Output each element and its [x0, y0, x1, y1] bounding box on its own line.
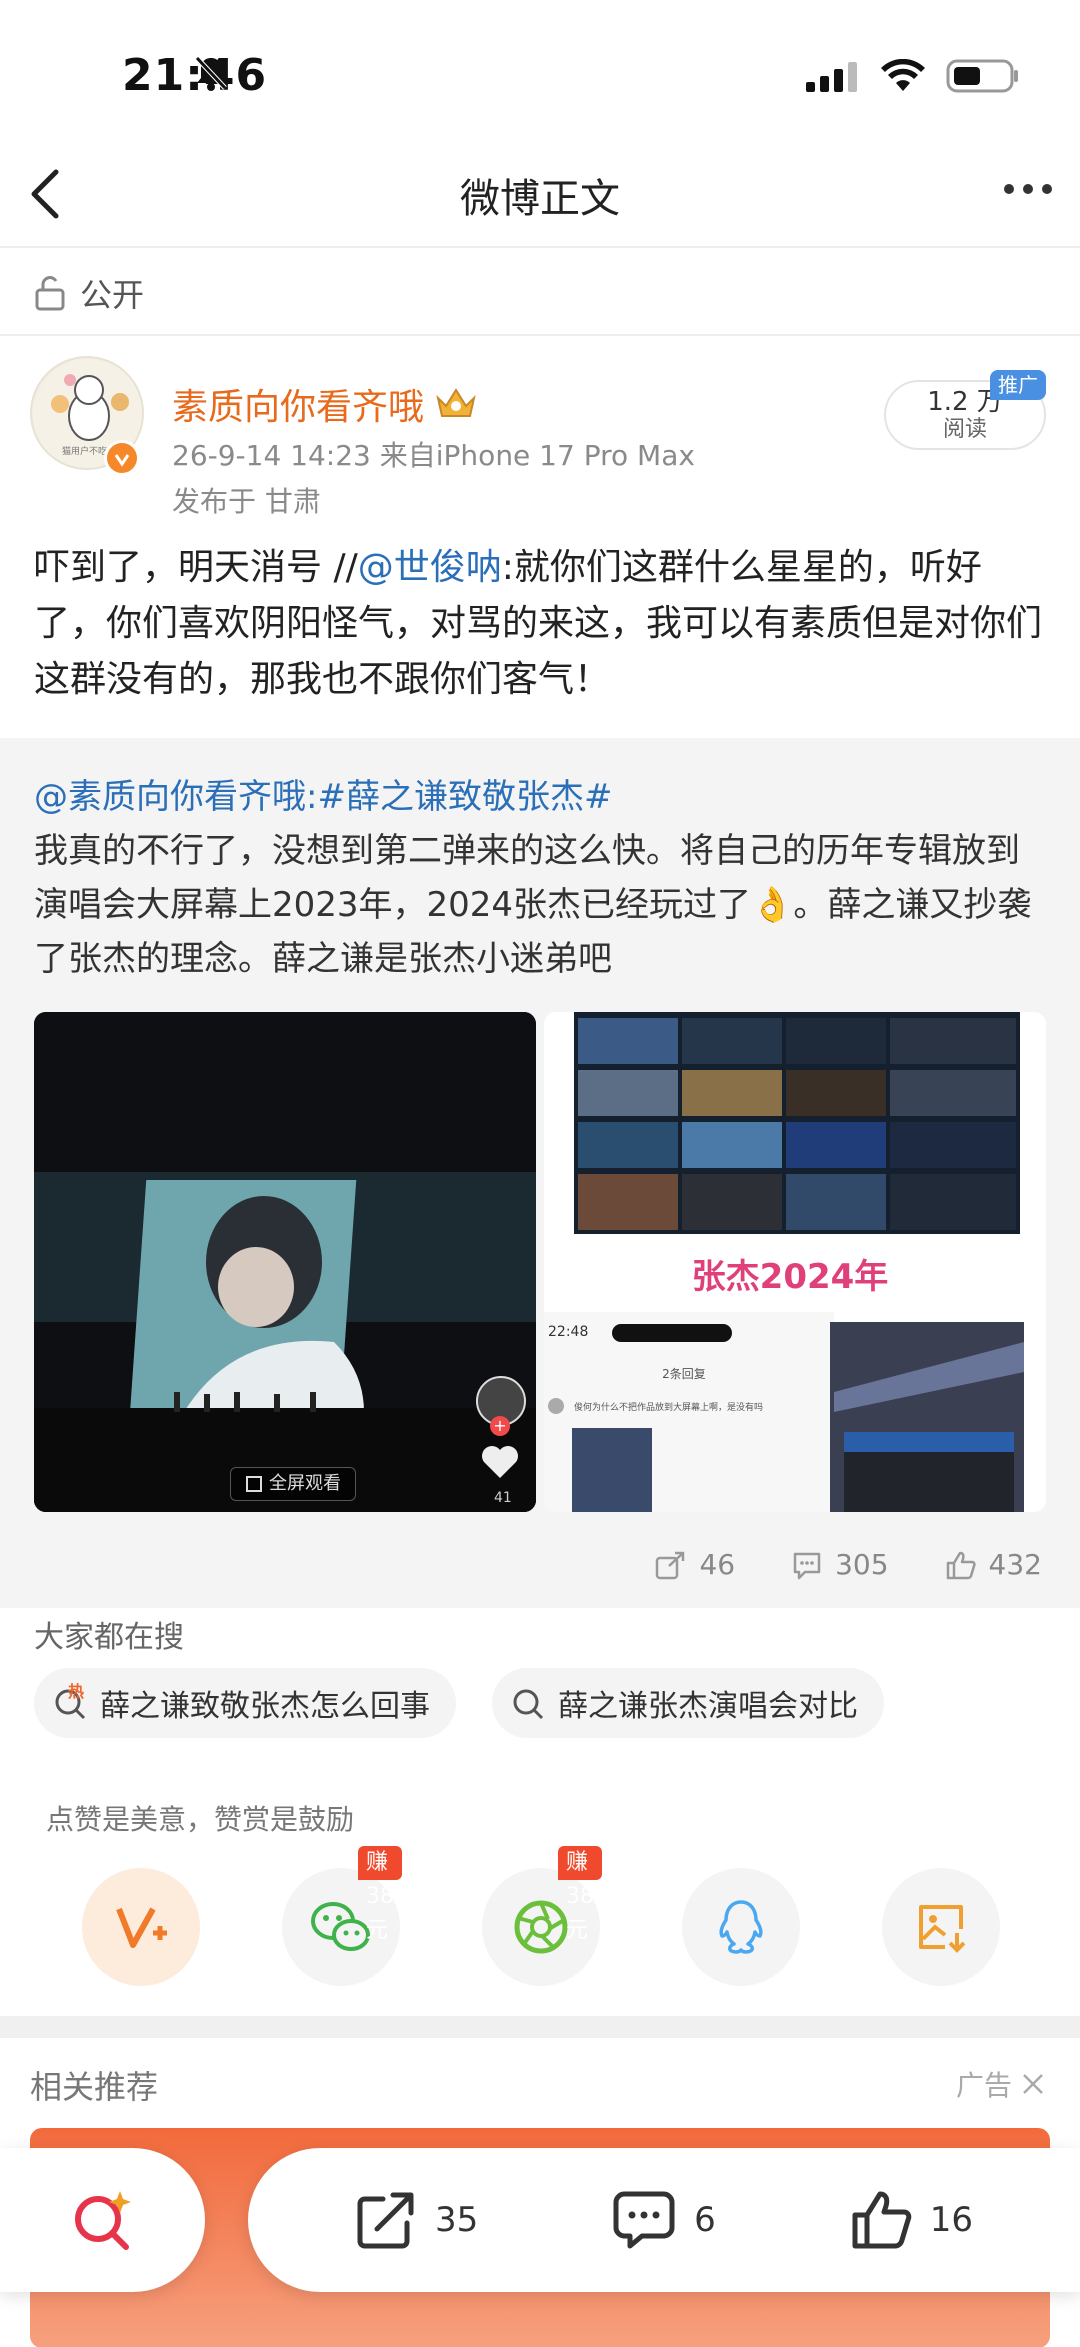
fullscreen-icon: [246, 1476, 262, 1492]
mention-link[interactable]: @世俊呐: [358, 547, 502, 588]
moments-share-button[interactable]: 赚38元: [482, 1846, 602, 1986]
svg-text:2条回复: 2条回复: [662, 1367, 706, 1381]
read-label: 阅读: [942, 417, 987, 442]
post-location: 发布于 甘肃: [172, 485, 321, 518]
repost-topic-link[interactable]: :#薛之谦致敬张杰#: [306, 777, 612, 817]
wechat-icon: [311, 1902, 370, 1951]
thumbs-up-icon: [852, 2191, 912, 2249]
moments-reward-badge: 赚38元: [558, 1846, 602, 1943]
hot-search-label-1: 薛之谦致敬张杰怎么回事: [100, 1689, 430, 1724]
wechat-reward-badge: 赚38元: [358, 1846, 402, 1943]
repost-comment-count: 305: [835, 1548, 889, 1581]
qq-share-button[interactable]: [682, 1868, 800, 1986]
reward-button[interactable]: [82, 1868, 200, 1986]
wechat-share-button[interactable]: 赚38元: [282, 1846, 402, 1986]
page-title: 微博正文: [460, 176, 620, 222]
svg-text:张杰2024年: 张杰2024年: [692, 1257, 889, 1297]
repost-body: @素质向你看齐哦:#薛之谦致敬张杰# 我真的不行了，没想到第二弹来的这么快。将自…: [34, 770, 1050, 986]
bottom-like-button[interactable]: 16: [850, 2189, 973, 2251]
comment-icon: [793, 1552, 821, 1579]
more-options-button[interactable]: [1004, 184, 1052, 194]
svg-text:22:48: 22:48: [548, 1324, 588, 1340]
qq-penguin-icon: [719, 1900, 763, 1954]
ad-label: 广告: [955, 2069, 1012, 2102]
v-plus-reward-icon: [116, 1907, 167, 1948]
concert-screen-image: [34, 1012, 536, 1512]
thumbs-up-icon: [946, 1551, 976, 1579]
bottom-action-bar: 35 6 16: [248, 2148, 1080, 2292]
bottom-comment-count: 6: [694, 2200, 716, 2240]
fullscreen-button[interactable]: 全屏观看: [230, 1467, 356, 1501]
repost-comment-stat[interactable]: 305: [791, 1548, 889, 1581]
hot-search-title: 大家都在搜: [34, 1620, 184, 1655]
author-name[interactable]: 素质向你看齐哦: [172, 378, 424, 430]
album-grid-image: 张杰2024年 22:48 2条回复 俊何为什么不把作品放到大屏幕上啊，是没有吗: [544, 1012, 1046, 1512]
section-gap: [0, 2016, 1080, 2038]
repost-like-stat[interactable]: 432: [945, 1548, 1042, 1581]
repost-share-stat[interactable]: 46: [655, 1548, 735, 1581]
promote-tag[interactable]: 推广: [990, 370, 1046, 400]
visibility-divider: [0, 334, 1080, 336]
moments-aperture-icon: [514, 1900, 568, 1954]
hot-search-chip-1[interactable]: 热 薛之谦致敬张杰怎么回事: [34, 1668, 456, 1738]
cellular-signal-icon: [806, 60, 860, 96]
post-meta: 26-9-14 14:23 来自iPhone 17 Pro Max: [172, 439, 695, 472]
share-icon: [357, 2192, 414, 2249]
collage-image[interactable]: 张杰2024年 22:48 2条回复 俊何为什么不把作品放到大屏幕上啊，是没有吗: [544, 1012, 1046, 1512]
repost-share-count: 46: [699, 1548, 736, 1581]
video-like-button[interactable]: [480, 1444, 520, 1484]
related-title: 相关推荐: [30, 2068, 159, 2106]
search-sparkle-icon: [74, 2191, 131, 2250]
save-image-icon: [919, 1905, 966, 1953]
hot-badge: 热: [68, 1682, 85, 1701]
post-body: 吓到了，明天消号 //@世俊呐:就你们这群什么星星的，听好了，你们喜欢阴阳怪气，…: [34, 540, 1044, 708]
post-prefix: 吓到了，明天消号 //: [34, 547, 358, 588]
bottom-share-button[interactable]: 35: [355, 2189, 478, 2251]
save-image-button[interactable]: [882, 1868, 1000, 1986]
comment-icon: [613, 2191, 675, 2249]
repost-text: 我真的不行了，没想到第二弹来的这么快。将自己的历年专辑放到演唱会大屏幕上2023…: [34, 831, 1032, 979]
video-like-count: 41: [494, 1490, 512, 1506]
status-icons: [195, 56, 1020, 98]
hot-search-icon: 热: [54, 1682, 88, 1720]
crown-member-icon: [436, 388, 476, 417]
video-thumbnail[interactable]: 全屏观看 + 41: [34, 1012, 536, 1512]
visibility-label: 公开: [80, 276, 145, 314]
close-icon: [1023, 2074, 1043, 2094]
share-reward-row: 赚38元 赚38元: [0, 1846, 1080, 1988]
share-icon: [656, 1551, 685, 1579]
heart-icon: [482, 1446, 518, 1478]
search-icon: [513, 1689, 544, 1720]
verified-badge: [104, 440, 140, 476]
bottom-share-count: 35: [434, 2200, 479, 2240]
hot-search-label-2: 薛之谦张杰演唱会对比: [558, 1689, 858, 1724]
repost-author-link[interactable]: @素质向你看齐哦: [34, 777, 306, 817]
reward-hint: 点赞是美意，赞赏是鼓励: [46, 1803, 355, 1836]
ad-close-button[interactable]: 广告: [956, 2064, 1046, 2104]
svg-text:俊何为什么不把作品放到大屏幕上啊，是没有吗: 俊何为什么不把作品放到大屏幕上啊，是没有吗: [574, 1401, 763, 1413]
fullscreen-label: 全屏观看: [269, 1473, 341, 1494]
hot-search-chip-2[interactable]: 薛之谦张杰演唱会对比: [492, 1668, 884, 1738]
follow-plus-icon[interactable]: +: [490, 1416, 510, 1436]
search-button[interactable]: [0, 2148, 205, 2292]
bottom-comment-button[interactable]: 6: [612, 2190, 716, 2250]
nav-divider: [0, 246, 1080, 248]
mute-bell-icon: [194, 54, 228, 96]
unlock-icon: [35, 276, 65, 311]
repost-like-count: 432: [988, 1548, 1042, 1581]
author-name-row[interactable]: 素质向你看齐哦: [172, 378, 478, 430]
battery-icon: [946, 58, 1020, 98]
visibility-row: 公开: [34, 270, 144, 316]
repost-stats: 46 305 432: [655, 1548, 1042, 1581]
wifi-icon: [880, 58, 926, 97]
bottom-like-count: 16: [929, 2200, 974, 2240]
